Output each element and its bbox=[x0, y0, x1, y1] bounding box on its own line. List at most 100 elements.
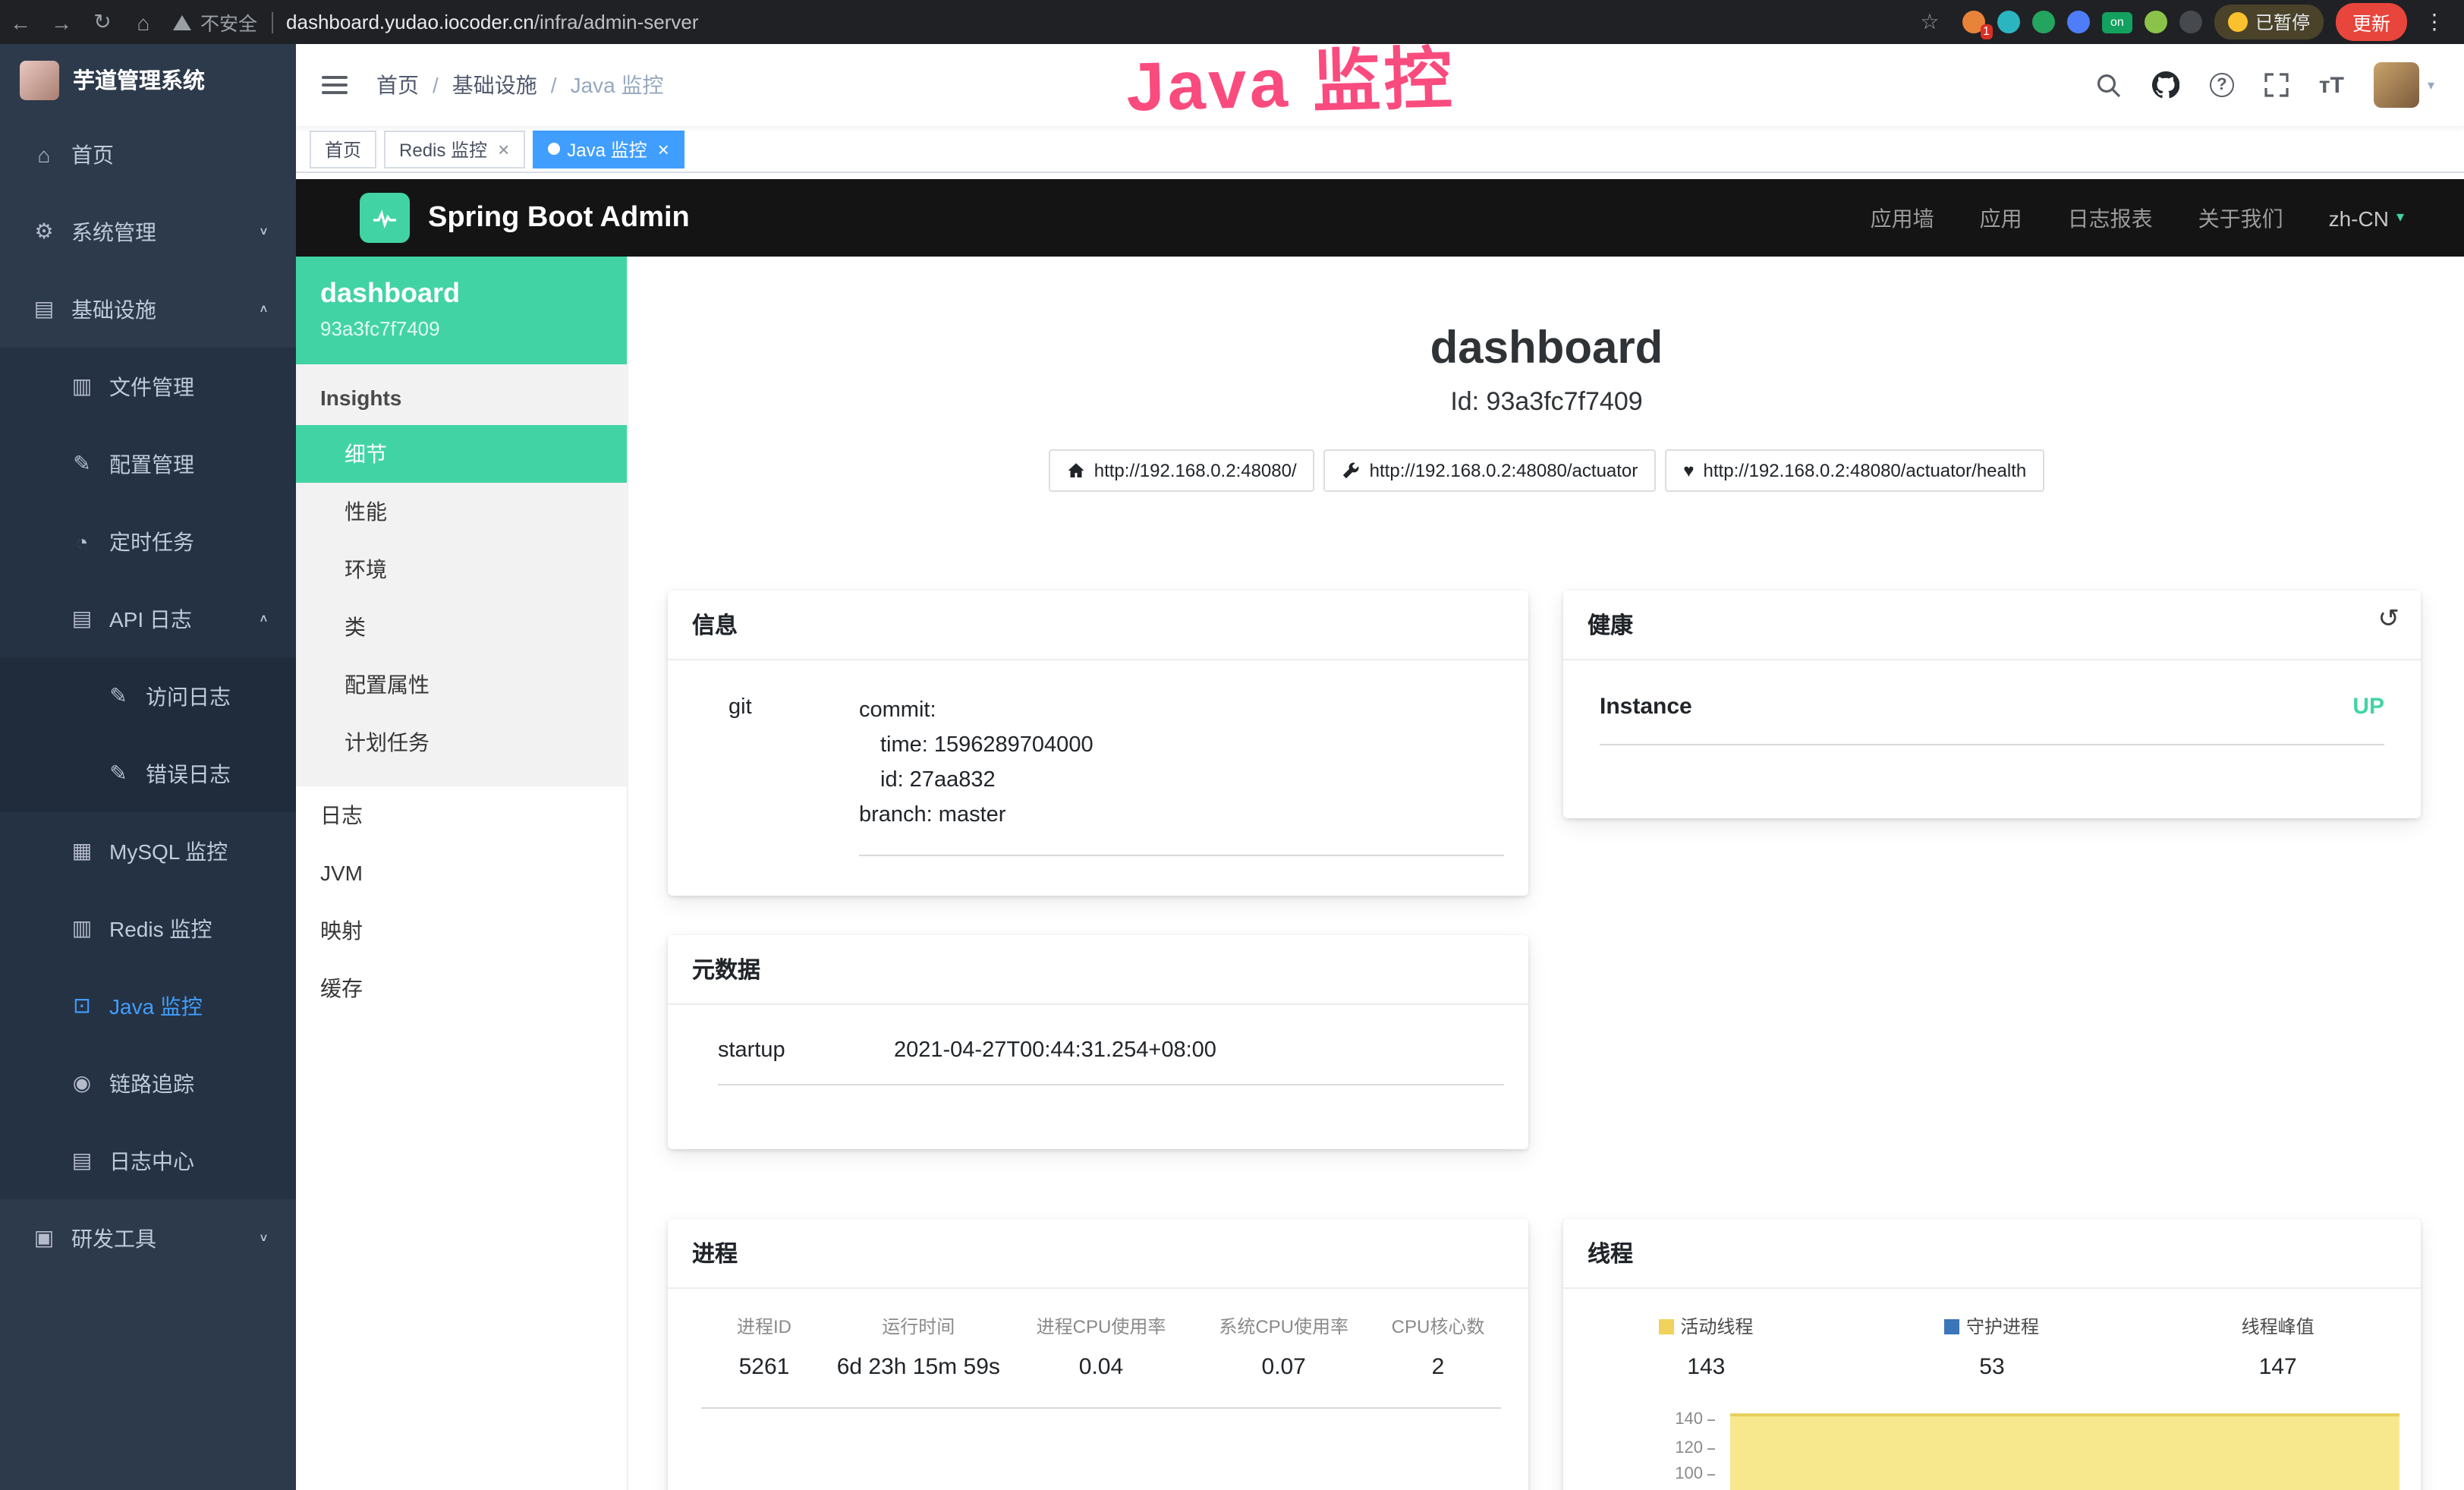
sba-item-config-props[interactable]: 配置属性 bbox=[296, 656, 627, 713]
process-col: 系统CPU使用率 0.07 bbox=[1192, 1313, 1375, 1380]
sba-item-logs[interactable]: 日志 bbox=[296, 786, 627, 844]
forward-icon[interactable]: → bbox=[41, 10, 82, 34]
browser-menu-icon[interactable]: ⋮ bbox=[2419, 9, 2450, 35]
sidebar-item-mysql[interactable]: ▦ MySQL 监控 bbox=[0, 812, 296, 890]
tag-home[interactable]: 首页 bbox=[310, 130, 376, 168]
sba-item-environment[interactable]: 环境 bbox=[296, 540, 627, 598]
extension-icon-6[interactable] bbox=[2179, 11, 2202, 33]
sidebar-item-config[interactable]: ✎ 配置管理 bbox=[0, 425, 296, 502]
sidebar-item-label: 定时任务 bbox=[109, 526, 194, 556]
tag-redis[interactable]: Redis 监控 × bbox=[384, 130, 524, 168]
sidebar-item-file[interactable]: ▥ 文件管理 bbox=[0, 348, 296, 425]
bookmark-star-icon[interactable]: ☆ bbox=[1909, 9, 1950, 35]
fullscreen-icon[interactable] bbox=[2264, 73, 2289, 97]
sidebar-item-dev-tools[interactable]: ▣ 研发工具 ∨ bbox=[0, 1199, 296, 1277]
font-size-icon[interactable]: тT bbox=[2319, 72, 2344, 98]
sba-nav-wallboard[interactable]: 应用墙 bbox=[1871, 203, 1934, 233]
sidebar-item-label: Java 监控 bbox=[109, 991, 203, 1021]
sidebar-item-api-log[interactable]: ▤ API 日志 ∧ bbox=[0, 580, 296, 657]
health-row: Instance UP bbox=[1600, 694, 2384, 745]
sidebar-item-home[interactable]: ⌂ 首页 bbox=[0, 115, 296, 193]
app-logo[interactable]: 芋道管理系统 bbox=[0, 44, 296, 115]
locale-label: zh-CN bbox=[2329, 206, 2389, 230]
app-title: 芋道管理系统 bbox=[73, 64, 205, 96]
edit-icon: ✎ bbox=[106, 761, 131, 786]
process-card: 进程 进程ID 5261 运行时间 6d 23h 15m 59s 进程CPU使用… bbox=[668, 1219, 1528, 1490]
hamburger-icon[interactable] bbox=[322, 76, 348, 94]
extension-icon-4[interactable] bbox=[2067, 11, 2090, 33]
extension-icon-5[interactable] bbox=[2145, 11, 2167, 33]
sba-item-classes[interactable]: 类 bbox=[296, 598, 627, 656]
sba-item-mappings[interactable]: 映射 bbox=[296, 902, 627, 959]
process-label: 进程CPU使用率 bbox=[1010, 1313, 1193, 1339]
extension-icon-1[interactable]: 1 bbox=[1962, 11, 1985, 33]
sba-locale-select[interactable]: zh-CN ▾ bbox=[2329, 206, 2404, 230]
chevron-down-icon: ∨ bbox=[259, 225, 269, 238]
sidebar-item-label: 系统管理 bbox=[71, 216, 156, 247]
chevron-up-icon: ∧ bbox=[259, 302, 269, 316]
tag-java[interactable]: Java 监控 × bbox=[532, 130, 684, 168]
chevron-down-icon: ∨ bbox=[259, 1231, 269, 1245]
sidebar-item-infra[interactable]: ▤ 基础设施 ∧ bbox=[0, 270, 296, 348]
reload-icon[interactable]: ↻ bbox=[82, 9, 123, 35]
url-path: /infra/admin-server bbox=[534, 11, 699, 33]
process-row: 进程ID 5261 运行时间 6d 23h 15m 59s 进程CPU使用率 0… bbox=[701, 1313, 1501, 1409]
chevron-down-icon: ▾ bbox=[2428, 77, 2434, 93]
edit-icon: ✎ bbox=[106, 683, 131, 709]
sba-nav-applications[interactable]: 应用 bbox=[1980, 203, 2022, 233]
paused-badge[interactable]: 已暂停 bbox=[2214, 5, 2324, 39]
sidebar-item-job[interactable]: ◔ 定时任务 bbox=[0, 502, 296, 580]
instance-header[interactable]: dashboard 93a3fc7f7409 bbox=[296, 257, 627, 364]
sba-item-jvm[interactable]: JVM bbox=[296, 844, 627, 902]
browser-toolbar-right: ☆ 1 on 已暂停 更新 ⋮ bbox=[1909, 3, 2464, 41]
github-icon[interactable] bbox=[2152, 71, 2179, 99]
breadcrumb-infra[interactable]: 基础设施 bbox=[452, 70, 537, 100]
legend-label: 活动线程 bbox=[1680, 1313, 1753, 1339]
sidebar-item-label: 链路追踪 bbox=[109, 1068, 194, 1098]
extension-on-badge[interactable]: on bbox=[2102, 11, 2132, 33]
sba-brand[interactable]: Spring Boot Admin bbox=[360, 193, 690, 243]
close-icon[interactable]: × bbox=[498, 137, 509, 160]
sidebar-item-java[interactable]: ⊡ Java 监控 bbox=[0, 967, 296, 1044]
search-icon[interactable] bbox=[2096, 72, 2122, 98]
sba-item-metrics[interactable]: 性能 bbox=[296, 483, 627, 540]
sidebar-item-log-center[interactable]: ▤ 日志中心 bbox=[0, 1122, 296, 1199]
sidebar-item-label: MySQL 监控 bbox=[109, 836, 228, 866]
sba-nav-journal[interactable]: 日志报表 bbox=[2068, 203, 2153, 233]
address-bar[interactable]: 不安全 dashboard.yudao.iocoder.cn /infra/ad… bbox=[173, 8, 1909, 36]
active-threads-area bbox=[1730, 1413, 2399, 1490]
annotation-java-monitor: Java 监控 bbox=[1125, 23, 1456, 130]
sidebar-item-error-log[interactable]: ✎ 错误日志 bbox=[0, 735, 296, 812]
security-warning[interactable]: 不安全 bbox=[200, 8, 257, 36]
sba-item-scheduled-tasks[interactable]: 计划任务 bbox=[296, 713, 627, 771]
edit-icon: ✎ bbox=[70, 451, 94, 477]
actuator-link[interactable]: http://192.168.0.2:48080/actuator bbox=[1324, 449, 1657, 492]
avatar bbox=[2374, 62, 2420, 108]
sba-item-details[interactable]: 细节 bbox=[296, 425, 627, 483]
chevron-down-icon: ▾ bbox=[2396, 209, 2404, 226]
breadcrumb-current: Java 监控 bbox=[571, 70, 664, 100]
sidebar-item-trace[interactable]: ◉ 链路追踪 bbox=[0, 1044, 296, 1122]
home-icon bbox=[1067, 461, 1085, 480]
info-key: git bbox=[729, 694, 859, 856]
history-icon[interactable]: ↺ bbox=[2378, 604, 2400, 635]
breadcrumb-home[interactable]: 首页 bbox=[376, 70, 419, 100]
sidebar-item-redis[interactable]: ▥ Redis 监控 bbox=[0, 890, 296, 967]
sidebar-menu: ⌂ 首页 ⚙ 系统管理 ∨ ▤ 基础设施 ∧ ▥ 文件管理 ✎ 配置管理 bbox=[0, 115, 296, 1277]
update-button[interactable]: 更新 bbox=[2336, 3, 2407, 41]
sidebar-item-access-log[interactable]: ✎ 访问日志 bbox=[0, 657, 296, 735]
sba-nav-about[interactable]: 关于我们 bbox=[2198, 203, 2283, 233]
sidebar-item-system[interactable]: ⚙ 系统管理 ∨ bbox=[0, 193, 296, 270]
db-icon: ▥ bbox=[70, 915, 94, 941]
instance-url-link[interactable]: http://192.168.0.2:48080/ bbox=[1049, 449, 1315, 492]
legend-value: 147 bbox=[2135, 1354, 2421, 1380]
sba-item-caches[interactable]: 缓存 bbox=[296, 959, 627, 1017]
home-icon[interactable]: ⌂ bbox=[123, 10, 164, 34]
help-icon[interactable]: ? bbox=[2210, 73, 2234, 97]
extension-icon-3[interactable] bbox=[2032, 11, 2055, 33]
health-link[interactable]: ♥ http://192.168.0.2:48080/actuator/heal… bbox=[1665, 449, 2044, 492]
back-icon[interactable]: ← bbox=[0, 10, 41, 34]
user-menu[interactable]: ▾ bbox=[2374, 62, 2434, 108]
extension-icon-2[interactable] bbox=[1997, 11, 2020, 33]
close-icon[interactable]: × bbox=[658, 137, 669, 160]
